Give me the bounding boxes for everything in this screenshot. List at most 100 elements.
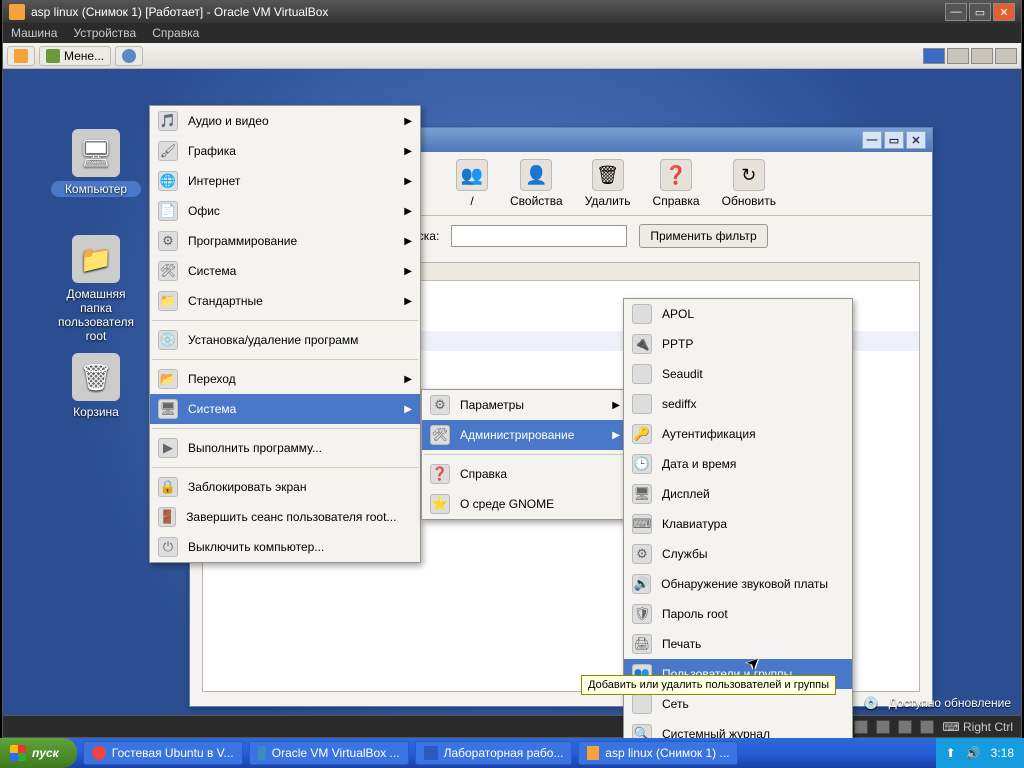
menu-item[interactable]: 📁Стандартные▶: [150, 286, 420, 316]
tool-help[interactable]: ❓Справка: [653, 159, 700, 208]
menu-item[interactable]: 💿Установка/удаление программ: [150, 325, 420, 355]
menu-item-label: Аутентификация: [662, 427, 756, 441]
um-maximize-button[interactable]: ▭: [884, 131, 904, 149]
menu-item[interactable]: 🛠Система▶: [150, 256, 420, 286]
menu-item[interactable]: 📂Переход▶: [150, 364, 420, 394]
menu-item[interactable]: 🖨Печать: [624, 629, 852, 659]
menu-item[interactable]: ⚙Параметры▶: [422, 390, 628, 420]
menu-item[interactable]: ⚙Программирование▶: [150, 226, 420, 256]
tool-label: Свойства: [510, 194, 563, 208]
tool-label: Удалить: [585, 194, 631, 208]
chevron-right-icon: ▶: [404, 206, 412, 217]
menu-item[interactable]: sediffx: [624, 389, 852, 419]
menu-item-icon: 🔊: [632, 574, 651, 594]
workspace-switcher[interactable]: [923, 48, 1017, 64]
status-mouse-icon[interactable]: [920, 720, 934, 734]
menu-item[interactable]: 🚪Завершить сеанс пользователя root...: [150, 502, 420, 532]
menu-item[interactable]: APOL: [624, 299, 852, 329]
um-minimize-button[interactable]: —: [862, 131, 882, 149]
menu-item-label: Система: [188, 402, 236, 416]
chevron-right-icon: ▶: [404, 176, 412, 187]
menu-item[interactable]: 🎵Аудио и видео▶: [150, 106, 420, 136]
guest-update-notification[interactable]: 💿 Доступно обновление: [3, 693, 1021, 713]
start-label: пуск: [32, 746, 59, 760]
menu-item[interactable]: 🖥Система▶: [150, 394, 420, 424]
status-usb-icon[interactable]: [854, 720, 868, 734]
virtualbox-window: asp linux (Снимок 1) [Работает] - Oracle…: [2, 0, 1022, 738]
menu-machine[interactable]: Машина: [11, 26, 57, 40]
menu-item-label: Службы: [662, 547, 707, 561]
menu-item-icon: 🛡: [632, 604, 652, 624]
trash-icon: 🗑: [72, 353, 120, 401]
guest-desktop[interactable]: Мене... 🖥 Компьютер 📁 Домашняя папка пол…: [3, 43, 1021, 715]
virtualbox-icon: [258, 746, 266, 760]
menu-item[interactable]: 🌐Интернет▶: [150, 166, 420, 196]
menu-devices[interactable]: Устройства: [73, 26, 136, 40]
menu-item[interactable]: 🔌PPTP: [624, 329, 852, 359]
taskbar-item[interactable]: Oracle VM VirtualBox ...: [249, 741, 409, 765]
status-shared-icon[interactable]: [876, 720, 890, 734]
menu-item[interactable]: 🖌Графика▶: [150, 136, 420, 166]
menu-item-label: Система: [188, 264, 236, 278]
taskbar-item[interactable]: Гостевая Ubuntu в V...: [83, 741, 243, 765]
tool-refresh[interactable]: ↻Обновить: [722, 159, 776, 208]
taskbar-item[interactable]: asp linux (Снимок 1) ...: [578, 741, 738, 765]
panel-update-button[interactable]: [115, 46, 143, 66]
desktop-icon-computer[interactable]: 🖥 Компьютер: [51, 129, 141, 197]
menu-item-icon: ❓: [430, 464, 450, 484]
menu-item-label: APOL: [662, 307, 694, 321]
filter-input[interactable]: [451, 225, 627, 247]
menu-item-icon: 🖥: [632, 484, 652, 504]
panel-menu-button[interactable]: Мене...: [39, 46, 111, 66]
menu-item-label: Параметры: [460, 398, 524, 412]
menu-item-label: Переход: [188, 372, 236, 386]
minimize-button[interactable]: —: [945, 3, 967, 21]
close-button[interactable]: ✕: [993, 3, 1015, 21]
system-tray[interactable]: ⬆ 🔊 3:18: [936, 738, 1024, 768]
menu-item[interactable]: ❓Справка: [422, 459, 628, 489]
menu-item[interactable]: 🕒Дата и время: [624, 449, 852, 479]
menu-item[interactable]: ⏻Выключить компьютер...: [150, 532, 420, 562]
vm-icon: [587, 746, 599, 760]
chevron-right-icon: ▶: [612, 430, 620, 441]
menu-item-icon: 🔌: [632, 334, 652, 354]
tray-safety-icon[interactable]: ⬆: [946, 746, 956, 760]
apply-filter-button[interactable]: Применить фильтр: [639, 224, 767, 248]
menu-item-label: Печать: [662, 637, 701, 651]
tooltip: Добавить или удалить пользователей и гру…: [581, 675, 836, 695]
taskbar-item[interactable]: Лабораторная рабо...: [415, 741, 573, 765]
menu-item[interactable]: 🔑Аутентификация: [624, 419, 852, 449]
status-display-icon[interactable]: [898, 720, 912, 734]
um-close-button[interactable]: ✕: [906, 131, 926, 149]
menu-item[interactable]: Seaudit: [624, 359, 852, 389]
menu-item[interactable]: 📄Офис▶: [150, 196, 420, 226]
start-button[interactable]: пуск: [0, 738, 77, 768]
menu-item-icon: 🔒: [158, 477, 178, 497]
maximize-button[interactable]: ▭: [969, 3, 991, 21]
menu-item-label: Стандартные: [188, 294, 263, 308]
menu-item[interactable]: ⚙Службы: [624, 539, 852, 569]
menu-item[interactable]: 🖥Дисплей: [624, 479, 852, 509]
tool-properties[interactable]: 👤Свойства: [510, 159, 563, 208]
folder-home-icon: 📁: [72, 235, 120, 283]
tray-clock[interactable]: 3:18: [991, 746, 1014, 760]
panel-app-button[interactable]: [7, 46, 35, 66]
desktop-icon-home[interactable]: 📁 Домашняя папка пользователя root: [51, 235, 141, 343]
menu-item[interactable]: ⌨Клавиатура: [624, 509, 852, 539]
tool-delete[interactable]: 🗑Удалить: [585, 159, 631, 208]
menu-item[interactable]: 🔒Заблокировать экран: [150, 472, 420, 502]
menu-item[interactable]: 🛠Администрирование▶: [422, 420, 628, 450]
tool-group[interactable]: 👥/: [456, 159, 488, 208]
menu-item[interactable]: ⭐О среде GNOME: [422, 489, 628, 519]
menu-item-label: Аудио и видео: [188, 114, 269, 128]
vbox-titlebar[interactable]: asp linux (Снимок 1) [Работает] - Oracle…: [3, 1, 1021, 23]
system-submenu: ⚙Параметры▶🛠Администрирование▶ ❓Справка⭐О…: [421, 389, 629, 520]
desktop-icon-trash[interactable]: 🗑 Корзина: [51, 353, 141, 419]
menu-help[interactable]: Справка: [152, 26, 199, 40]
menu-item-label: Установка/удаление программ: [188, 333, 358, 347]
menu-item-icon: [632, 364, 652, 384]
menu-item[interactable]: 🔊Обнаружение звуковой платы: [624, 569, 852, 599]
menu-item[interactable]: 🛡Пароль root: [624, 599, 852, 629]
tray-network-icon[interactable]: 🔊: [966, 746, 981, 760]
menu-item[interactable]: ▶Выполнить программу...: [150, 433, 420, 463]
